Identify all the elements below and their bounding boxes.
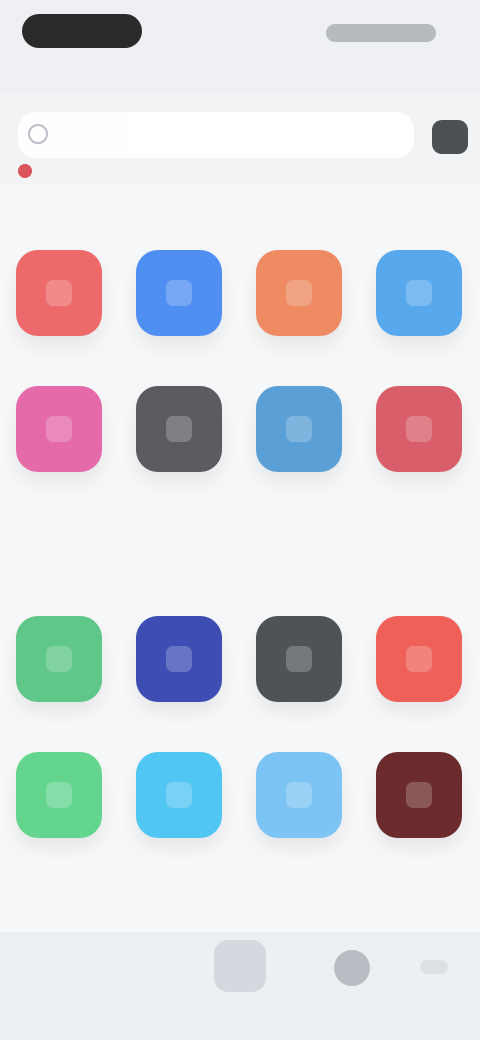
home-tab-icon[interactable]: [214, 940, 266, 992]
app-icon: [136, 250, 222, 336]
search-input[interactable]: [58, 122, 392, 150]
app-icon: [136, 386, 222, 472]
app-tile[interactable]: [360, 370, 480, 490]
app-label: [10, 344, 110, 362]
app-icon: [376, 386, 462, 472]
app-label: [10, 480, 110, 498]
app-tile[interactable]: [0, 600, 120, 720]
app-label: [130, 480, 230, 498]
app-label: [250, 344, 350, 362]
app-icon: [256, 250, 342, 336]
app-tile[interactable]: [0, 370, 120, 490]
app-grid: [0, 600, 480, 880]
app-label: [130, 846, 230, 864]
app-icon: [376, 250, 462, 336]
app-label: [10, 710, 110, 728]
app-label: [130, 710, 230, 728]
search-bar[interactable]: [18, 112, 414, 158]
profile-tab-icon[interactable]: [334, 950, 370, 986]
search-icon: [28, 124, 48, 144]
app-tile[interactable]: [360, 736, 480, 856]
app-tile[interactable]: [240, 600, 360, 720]
app-tile[interactable]: [120, 600, 240, 720]
app-tile[interactable]: [360, 234, 480, 354]
status-icons: [326, 24, 436, 42]
app-label: [130, 344, 230, 362]
app-label: [250, 846, 350, 864]
app-tile[interactable]: [240, 736, 360, 856]
app-label: [370, 710, 470, 728]
app-icon: [16, 752, 102, 838]
app-icon: [256, 386, 342, 472]
app-icon: [16, 250, 102, 336]
app-tile[interactable]: [120, 736, 240, 856]
app-label: [250, 480, 350, 498]
status-bar: [0, 0, 480, 104]
app-tile[interactable]: [240, 234, 360, 354]
more-tab-icon[interactable]: [420, 960, 448, 974]
app-icon: [16, 386, 102, 472]
app-label: [370, 480, 470, 498]
app-tile[interactable]: [0, 234, 120, 354]
app-tile[interactable]: [120, 370, 240, 490]
app-tile[interactable]: [240, 370, 360, 490]
menu-icon[interactable]: [432, 120, 468, 154]
app-icon: [16, 616, 102, 702]
app-icon: [376, 752, 462, 838]
app-icon: [136, 752, 222, 838]
app-tile[interactable]: [120, 234, 240, 354]
app-icon: [256, 616, 342, 702]
app-icon: [376, 616, 462, 702]
app-icon: [136, 616, 222, 702]
status-indicator: [22, 14, 142, 48]
app-icon: [256, 752, 342, 838]
app-screen: [0, 0, 480, 1040]
app-label: [10, 846, 110, 864]
app-label: [250, 710, 350, 728]
app-tile[interactable]: [360, 600, 480, 720]
app-grid: [0, 234, 480, 514]
accent-dot: [18, 164, 32, 178]
app-label: [370, 344, 470, 362]
app-tile[interactable]: [0, 736, 120, 856]
app-label: [370, 846, 470, 864]
